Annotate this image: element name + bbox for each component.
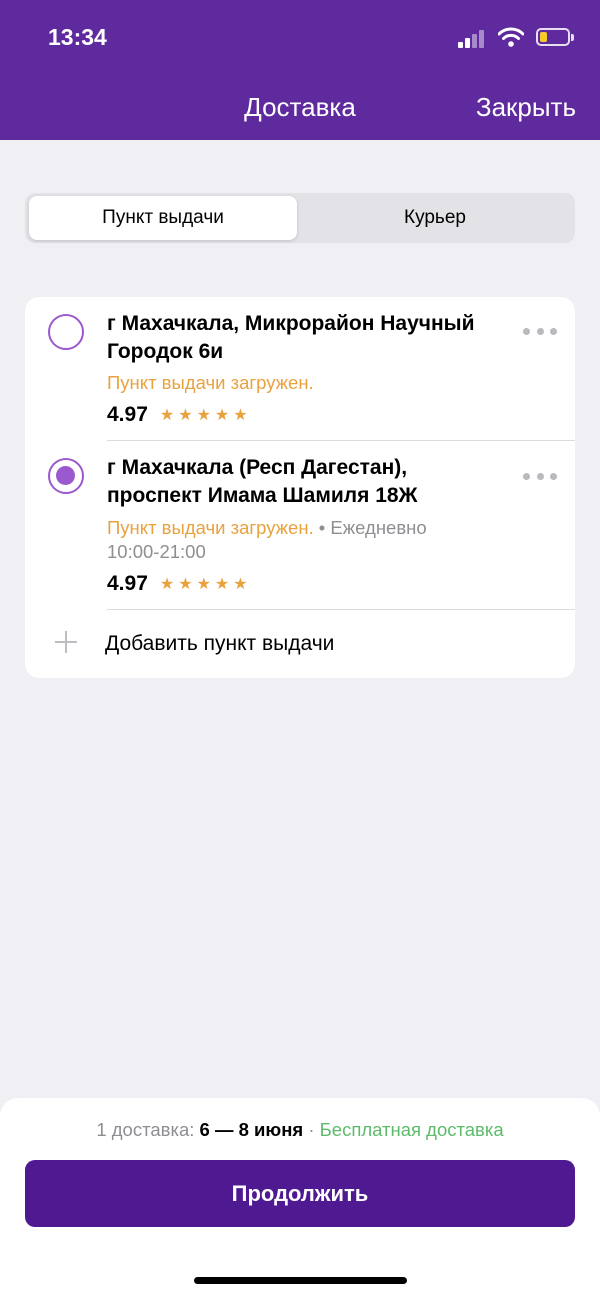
pickup-point-address: г Махачкала, Микрорайон Научный Городок … — [107, 312, 475, 363]
home-indicator[interactable] — [194, 1277, 407, 1284]
pickup-point-status-text: Пункт выдачи загружен. — [107, 372, 314, 393]
pickup-points-card: г Махачкала, Микрорайон Научный Городок … — [25, 297, 575, 678]
rating-value: 4.97 — [107, 403, 148, 426]
add-pickup-point-label: Добавить пункт выдачи — [105, 632, 335, 655]
delivery-summary: 1 доставка: 6 — 8 июня · Бесплатная дост… — [0, 1118, 600, 1142]
bottom-panel: 1 доставка: 6 — 8 июня · Бесплатная дост… — [0, 1098, 600, 1297]
continue-button[interactable]: Продолжить — [25, 1160, 575, 1227]
tab-pickup-point[interactable]: Пункт выдачи — [29, 196, 297, 240]
pickup-point-status: Пункт выдачи загружен. — [107, 371, 527, 395]
plus-icon — [55, 631, 77, 653]
battery-icon — [536, 28, 574, 46]
status-time: 13:34 — [48, 24, 107, 50]
free-delivery-label: Бесплатная доставка — [319, 1119, 504, 1140]
separator: · — [303, 1119, 320, 1140]
wifi-icon — [498, 27, 524, 47]
close-button[interactable]: Закрыть — [476, 92, 576, 122]
star-rating-icon: ★★★★★ — [159, 576, 252, 593]
tab-courier[interactable]: Курьер — [301, 196, 569, 240]
radio-selected-icon[interactable] — [48, 458, 84, 494]
pickup-point-rating: 4.97 ★★★★★ — [107, 571, 252, 597]
delivery-type-switch: Пункт выдачи Курьер — [25, 193, 575, 243]
radio-unselected-icon[interactable] — [48, 314, 84, 350]
more-options-icon[interactable] — [523, 471, 557, 481]
pickup-point-status: Пункт выдачи загружен. • Ежедневно 10:00… — [107, 516, 527, 564]
delivery-dates: 6 — 8 июня — [199, 1119, 304, 1140]
pickup-point-hours-prefix: • Ежедневно — [313, 517, 427, 538]
divider — [107, 609, 575, 610]
pickup-point-hours: 10:00-21:00 — [107, 541, 206, 562]
pickup-point-rating: 4.97 ★★★★★ — [107, 402, 252, 428]
header-bar: 13:34 Доставка Закрыть — [0, 0, 600, 140]
pickup-point-address: г Махачкала (Респ Дагестан), проспект Им… — [107, 456, 418, 507]
divider — [107, 440, 575, 441]
delivery-count: 1 доставка: — [96, 1119, 200, 1140]
pickup-point-status-text: Пункт выдачи загружен. — [107, 517, 314, 538]
star-rating-icon: ★★★★★ — [159, 407, 252, 424]
more-options-icon[interactable] — [523, 326, 557, 336]
signal-icon — [458, 28, 488, 48]
status-icons — [452, 26, 574, 52]
rating-value: 4.97 — [107, 572, 148, 595]
